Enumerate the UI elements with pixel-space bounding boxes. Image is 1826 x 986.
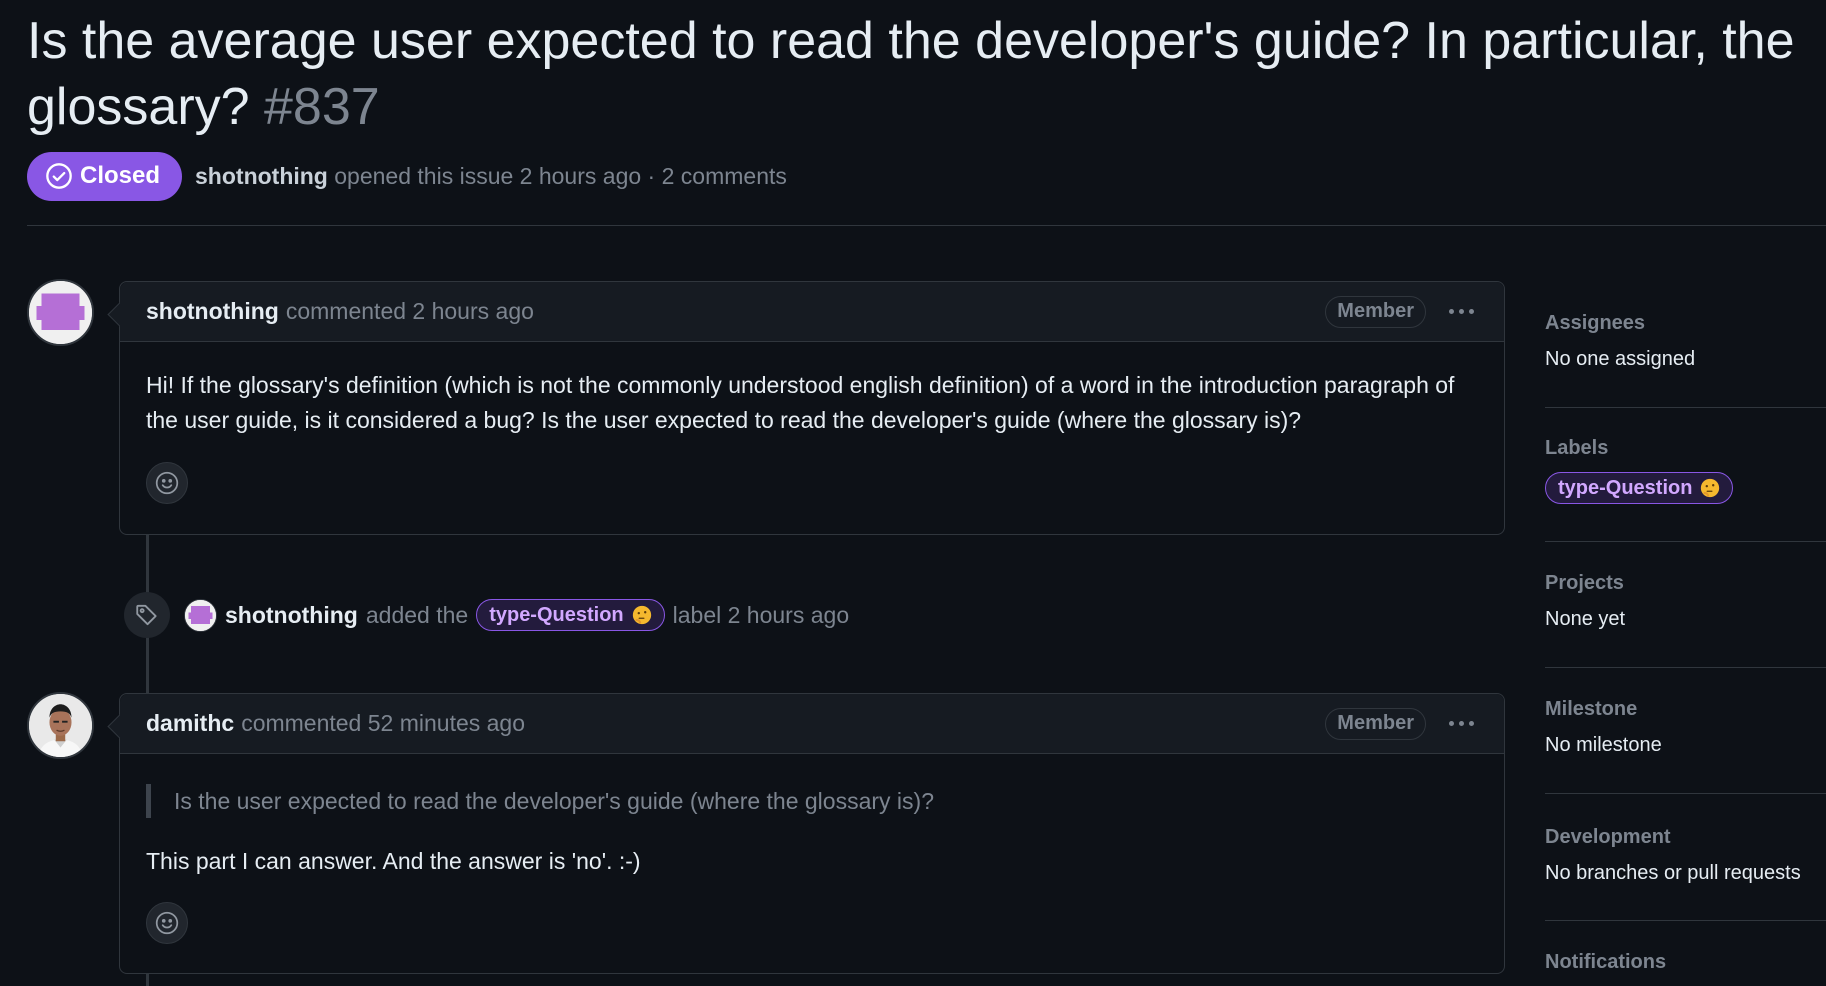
smiley-icon bbox=[154, 910, 180, 936]
sidebar-value: None yet bbox=[1545, 608, 1626, 630]
member-badge: Member bbox=[1325, 707, 1426, 740]
comment-text: Hi! If the glossary's definition (which … bbox=[146, 372, 1455, 433]
closed-check-icon bbox=[45, 162, 73, 190]
sidebar-projects[interactable]: Projects None yet bbox=[1545, 542, 1826, 668]
timeline-label-event: shotnothing added the type-Question labe… bbox=[124, 592, 849, 638]
event-icon-wrap bbox=[124, 592, 170, 638]
event-pre-text: added the bbox=[365, 601, 469, 628]
smiley-icon bbox=[154, 470, 180, 496]
issue-opened-text: opened this issue 2 hours ago bbox=[334, 162, 642, 189]
issue-page: Is the average user expected to read the… bbox=[0, 0, 1826, 986]
comment-header: damithc commented 52 minutes ago Member bbox=[120, 694, 1504, 754]
identicon-icon bbox=[29, 281, 92, 344]
sidebar-heading: Notifications bbox=[1545, 951, 1667, 973]
comment-card: damithc commented 52 minutes ago Member … bbox=[119, 693, 1505, 974]
label-text: type-Question bbox=[1558, 476, 1693, 499]
sidebar-heading: Projects bbox=[1545, 572, 1624, 594]
sidebar-heading: Development bbox=[1545, 826, 1671, 848]
sidebar-heading: Milestone bbox=[1545, 698, 1638, 720]
sidebar-heading: Labels bbox=[1545, 437, 1609, 459]
sidebar-milestone[interactable]: Milestone No milestone bbox=[1545, 668, 1826, 794]
user-photo-icon bbox=[29, 694, 92, 757]
comment-timestamp: commented 2 hours ago bbox=[285, 298, 534, 324]
avatar[interactable] bbox=[184, 598, 217, 632]
kebab-dot-icon bbox=[1458, 721, 1464, 726]
issue-state-label: Closed bbox=[80, 162, 161, 189]
kebab-dot-icon bbox=[1448, 309, 1454, 314]
comment-header: shotnothing commented 2 hours ago Member bbox=[120, 282, 1504, 342]
sidebar-labels[interactable]: Labels type-Question bbox=[1545, 408, 1826, 542]
avatar[interactable] bbox=[27, 279, 94, 346]
comment-author-link[interactable]: damithc bbox=[146, 710, 234, 737]
add-reaction-button[interactable] bbox=[146, 902, 188, 944]
label-type-question[interactable]: type-Question bbox=[1545, 472, 1734, 504]
kebab-dot-icon bbox=[1468, 721, 1474, 726]
issue-title: Is the average user expected to read the… bbox=[27, 8, 1817, 140]
issue-sidebar: Assignees No one assigned Labels type-Qu… bbox=[1545, 281, 1826, 974]
kebab-dot-icon bbox=[1448, 721, 1454, 726]
comment-timestamp: commented 52 minutes ago bbox=[241, 710, 526, 736]
comment-quote: Is the user expected to read the develop… bbox=[146, 784, 1478, 818]
issue-number: #837 bbox=[264, 78, 380, 136]
label-type-question[interactable]: type-Question bbox=[476, 599, 665, 631]
comment-text: This part I can answer. And the answer i… bbox=[146, 848, 641, 874]
issue-meta: Closed shotnothing opened this issue 2 h… bbox=[27, 151, 787, 201]
comment-body: Hi! If the glossary's definition (which … bbox=[120, 342, 1504, 504]
kebab-dot-icon bbox=[1468, 309, 1474, 314]
label-text: type-Question bbox=[489, 603, 624, 626]
header-divider bbox=[27, 225, 1826, 226]
kebab-dot-icon bbox=[1458, 309, 1464, 314]
comment-card: shotnothing commented 2 hours ago Member… bbox=[119, 281, 1505, 535]
comment-options-button[interactable] bbox=[1444, 297, 1478, 327]
sidebar-notifications[interactable]: Notifications bbox=[1545, 921, 1826, 974]
sidebar-development[interactable]: Development No branches or pull requests bbox=[1545, 794, 1826, 921]
meta-separator: · bbox=[647, 162, 656, 189]
thinking-face-icon bbox=[631, 604, 653, 626]
tag-icon bbox=[134, 602, 160, 628]
thinking-face-icon bbox=[1699, 477, 1721, 499]
member-badge: Member bbox=[1325, 295, 1426, 328]
sidebar-value: No milestone bbox=[1545, 734, 1662, 756]
comment-options-button[interactable] bbox=[1444, 709, 1478, 739]
sidebar-value: No one assigned bbox=[1545, 348, 1696, 370]
event-author-link[interactable]: shotnothing bbox=[225, 602, 358, 629]
issue-author-link[interactable]: shotnothing bbox=[195, 163, 328, 189]
issue-state-badge: Closed bbox=[27, 151, 183, 201]
sidebar-value: No branches or pull requests bbox=[1545, 862, 1801, 884]
sidebar-assignees[interactable]: Assignees No one assigned bbox=[1545, 281, 1826, 408]
comment-body: Is the user expected to read the develop… bbox=[120, 754, 1504, 944]
event-post-text: label 2 hours ago bbox=[672, 601, 850, 628]
comment-author-link[interactable]: shotnothing bbox=[146, 298, 279, 325]
avatar[interactable] bbox=[27, 692, 94, 759]
sidebar-heading: Assignees bbox=[1545, 312, 1646, 334]
issue-comments-count: 2 comments bbox=[661, 162, 787, 189]
add-reaction-button[interactable] bbox=[146, 462, 188, 504]
